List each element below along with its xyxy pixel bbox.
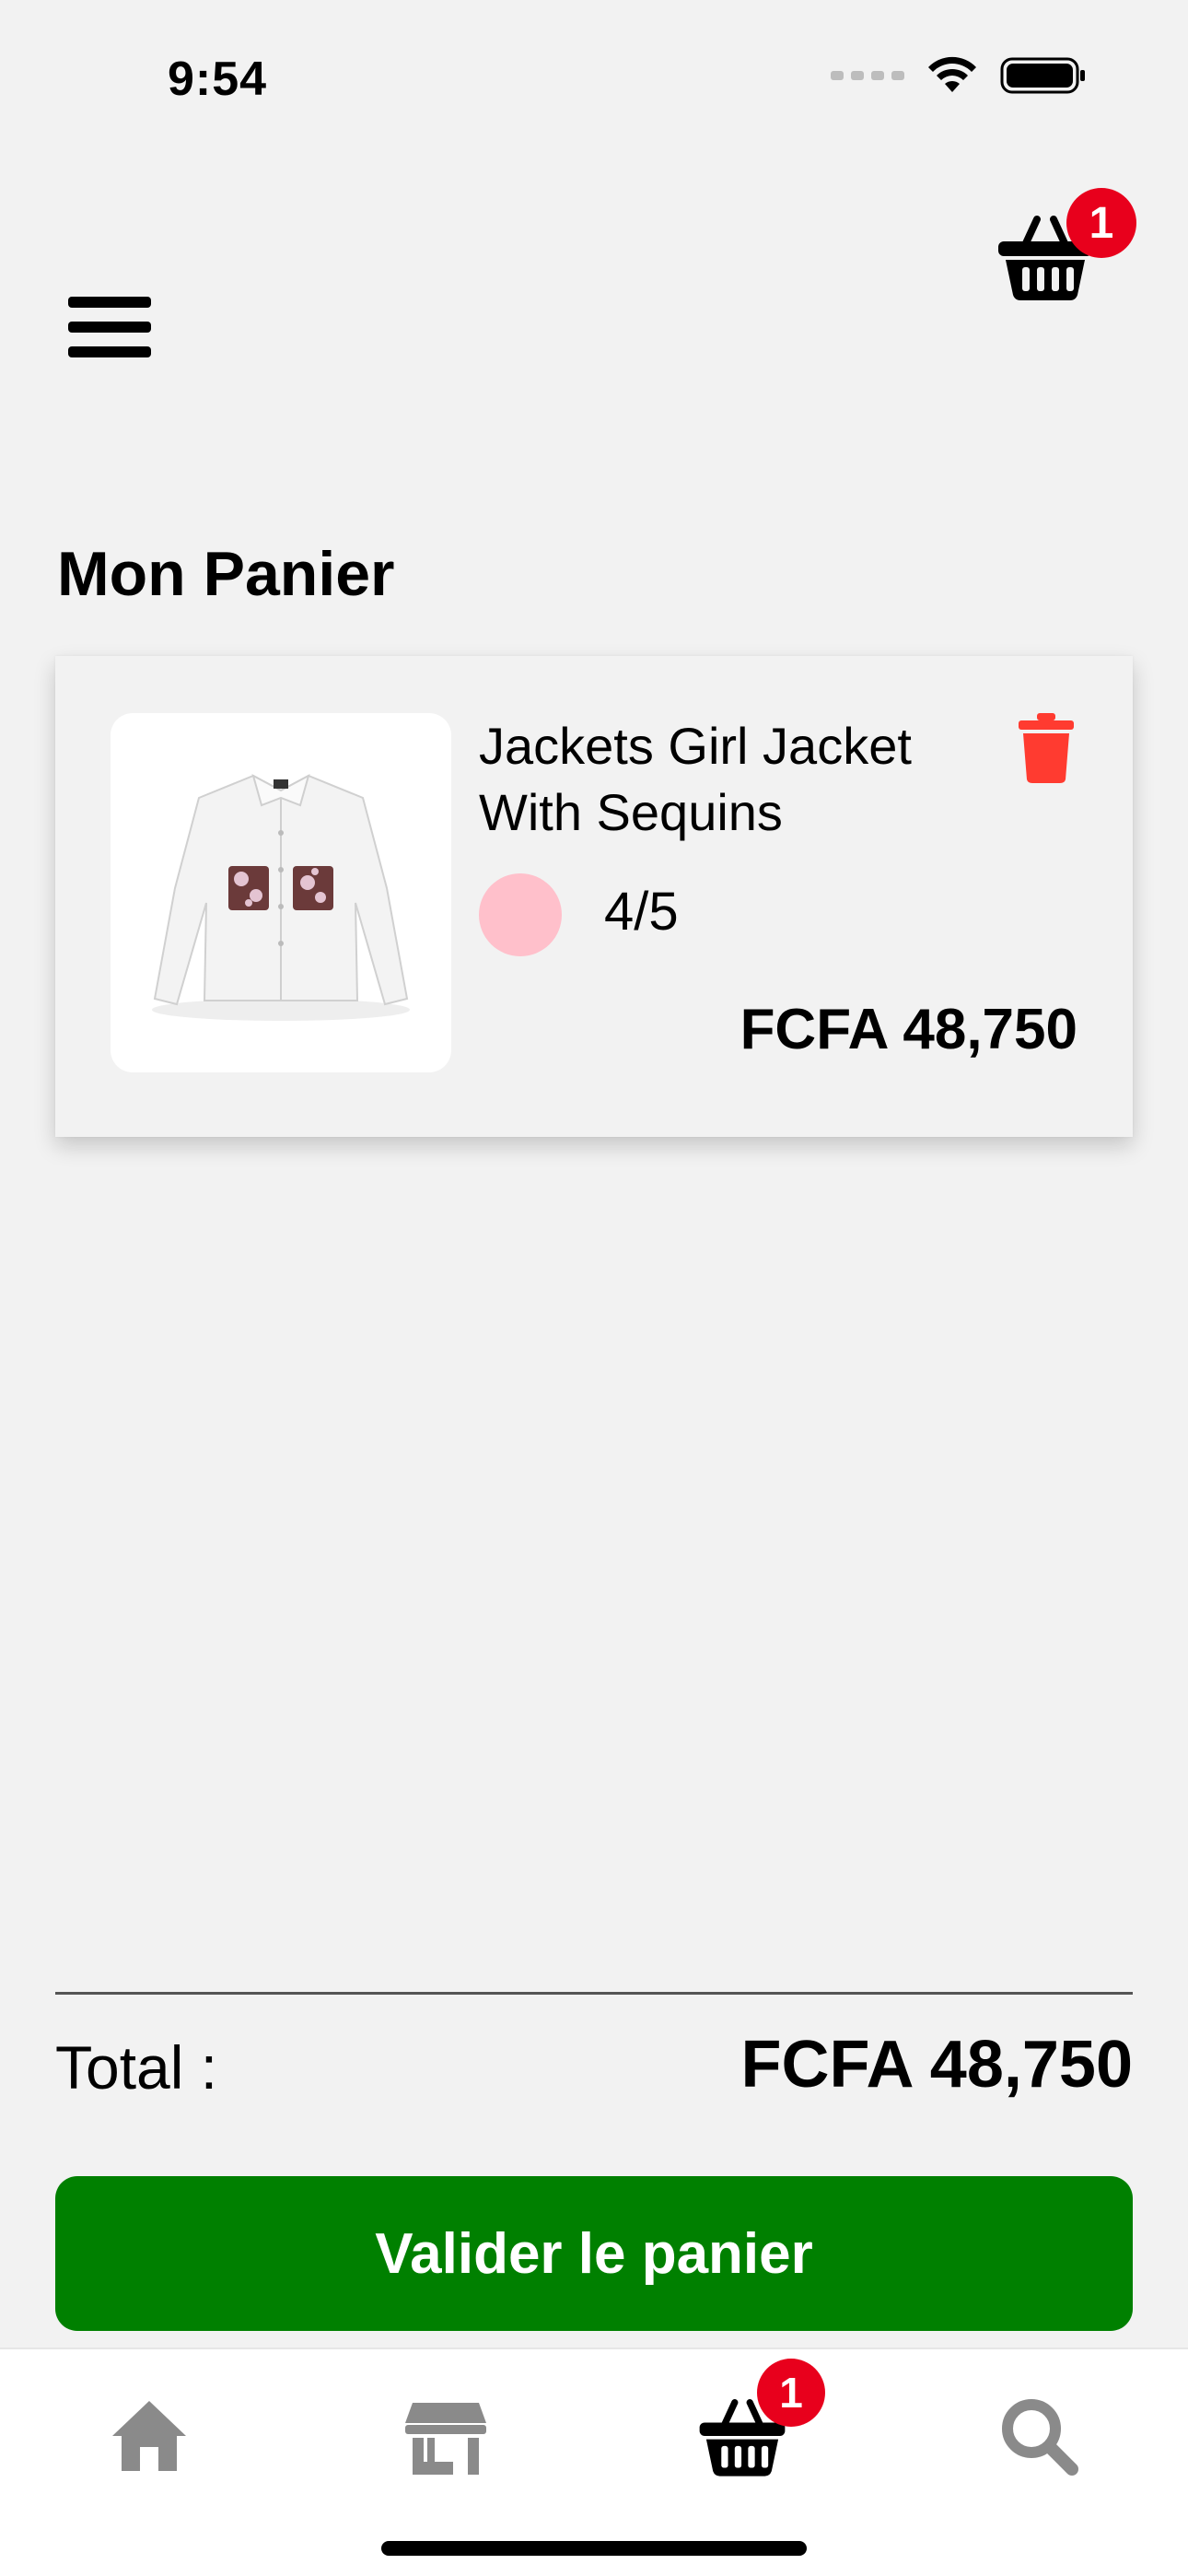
tab-store[interactable]	[400, 2390, 492, 2482]
total-value: FCFA 48,750	[740, 2028, 1133, 2102]
total-label: Total :	[55, 2033, 218, 2102]
cart-screen: 9:54 1 Mon Panier Jackets Girl Jacket Wi…	[0, 0, 1188, 2576]
status-icons	[831, 55, 1087, 96]
cellular-signal-icon	[831, 71, 904, 80]
store-icon	[405, 2403, 486, 2475]
cart-count-badge: 1	[1066, 188, 1136, 258]
home-indicator[interactable]	[381, 2541, 807, 2556]
color-swatch	[479, 873, 562, 956]
home-icon	[112, 2401, 186, 2471]
battery-icon	[1000, 57, 1085, 94]
product-name: Jackets Girl Jacket With Sequins	[479, 717, 912, 841]
product-price: FCFA 48,750	[740, 998, 1077, 1061]
validate-cart-button[interactable]: Valider le panier	[55, 2176, 1133, 2331]
cart-item-card[interactable]: Jackets Girl Jacket With Sequins 4/5 FCF…	[55, 656, 1133, 1137]
search-icon	[1002, 2399, 1078, 2476]
tab-search[interactable]	[993, 2390, 1085, 2482]
header-cart-button[interactable]: 1	[995, 188, 1136, 311]
delete-trash-icon[interactable]	[1017, 711, 1076, 785]
status-time: 9:54	[168, 53, 268, 106]
page-title: Mon Panier	[57, 539, 395, 609]
tab-cart-badge: 1	[757, 2359, 825, 2427]
divider	[55, 1992, 1133, 1995]
tab-cart[interactable]: 1	[696, 2359, 825, 2482]
wifi-icon	[928, 56, 976, 92]
product-image	[111, 713, 451, 1072]
jacket-image	[152, 774, 410, 1021]
tab-home[interactable]	[103, 2390, 195, 2482]
hamburger-menu-icon[interactable]	[68, 297, 151, 357]
size-label: 4/5	[604, 882, 679, 942]
